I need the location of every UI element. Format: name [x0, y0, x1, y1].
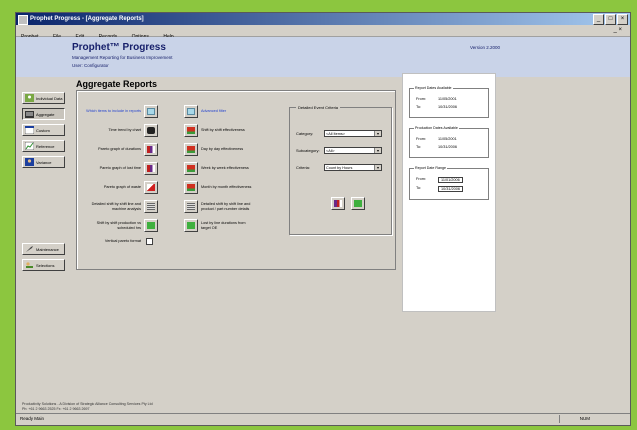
minimize-button[interactable]: _ — [593, 14, 604, 25]
report-production-vs-scheduled: Shift by shift production vs scheduled h… — [83, 219, 158, 232]
chart-icon — [25, 126, 34, 134]
subcategory-row: Subcategory: <All> ▾ — [296, 147, 382, 154]
date-info-panel: Report Dates Available From: 11/05/2001 T… — [402, 73, 496, 312]
line-chart-icon — [25, 142, 34, 150]
list-icon — [187, 108, 195, 115]
app-subtitle: Management Reporting for Business Improv… — [72, 55, 173, 60]
pareto-lost-time-button[interactable] — [144, 162, 158, 175]
criteria-select[interactable]: Count by Hours ▾ — [324, 164, 382, 171]
week-effectiveness-button[interactable] — [184, 162, 198, 175]
production-vs-scheduled-button[interactable] — [144, 219, 158, 232]
chevron-down-icon[interactable]: ▾ — [374, 131, 381, 136]
pareto-waste-button[interactable] — [144, 181, 158, 194]
bar-icon — [147, 146, 155, 153]
nav-selections[interactable]: Selections — [22, 259, 65, 271]
lost-line-durations-button[interactable] — [184, 219, 198, 232]
menu-bar: Prophet File Edit Records Options Help _… — [16, 25, 630, 40]
close-button[interactable]: × — [617, 14, 628, 25]
bar-red-icon — [187, 165, 195, 172]
time-trend-button[interactable] — [144, 124, 158, 137]
include-items-button[interactable] — [144, 105, 158, 118]
report-month-effectiveness: Month by month effectiveness — [184, 181, 253, 194]
event-criteria-group: Detailed Event Criteria Category: <All I… — [289, 105, 392, 235]
bar-red-icon — [187, 184, 195, 191]
status-bar: Ready Main NUM — [16, 413, 630, 425]
category-select[interactable]: <All Items> ▾ — [324, 130, 382, 137]
report-pareto-waste: Pareto graph of waste — [83, 181, 158, 194]
app-icon — [18, 15, 28, 25]
list-icon — [147, 108, 155, 115]
green-chart-icon — [187, 222, 195, 229]
range-to-input[interactable]: 10/31/2006 — [438, 186, 464, 192]
wrench-icon — [25, 245, 34, 253]
report-shift-machine: Detailed shift by shift line and machine… — [83, 200, 158, 213]
person-icon — [25, 94, 34, 102]
report-day-effectiveness: Day by day effectiveness — [184, 143, 253, 156]
group-icon — [25, 158, 34, 166]
chevron-down-icon[interactable]: ▾ — [374, 148, 381, 153]
folder-icon — [25, 111, 34, 118]
version-label: Version 2.2000 — [469, 45, 500, 50]
month-effectiveness-button[interactable] — [184, 181, 198, 194]
report-dates-box: Report Dates Available From: 11/05/2001 T… — [409, 86, 489, 118]
bar-icon — [147, 165, 155, 172]
report-week-effectiveness: Week by week effectiveness — [184, 162, 253, 175]
shift-product-button[interactable] — [184, 200, 198, 213]
app-window: Prophet Progress - [Aggregate Reports] _… — [15, 12, 631, 426]
table-icon — [147, 203, 155, 210]
report-include-items: Which items to include in reports — [83, 105, 158, 118]
green-chart-icon — [147, 222, 155, 229]
subcategory-select[interactable]: <All> ▾ — [324, 147, 382, 154]
range-from-input[interactable]: 11/01/2006 — [438, 177, 463, 183]
footer-company: Productivity Solutions - A Division of S… — [22, 402, 153, 406]
report-lost-line-durations: Lost by line durations from target OE — [184, 219, 253, 232]
maximize-button[interactable]: □ — [605, 14, 616, 25]
event-criteria-legend: Detailed Event Criteria — [296, 105, 341, 110]
table-icon — [187, 203, 195, 210]
report-shift-effectiveness: Shift by shift effectiveness — [184, 124, 253, 137]
category-row: Category: <All Items> ▾ — [296, 130, 382, 137]
page-title: Aggregate Reports — [76, 79, 158, 89]
report-vertical-pareto: Vertical pareto format — [83, 238, 153, 245]
nav-variance[interactable]: Variance — [22, 156, 65, 168]
status-num: NUM — [579, 416, 590, 421]
pareto-durations-button[interactable] — [144, 143, 158, 156]
report-time-trend: Time trend by chart — [83, 124, 158, 137]
nav-maintenance[interactable]: Maintenance — [22, 243, 65, 255]
criteria-pareto-button[interactable] — [331, 197, 345, 210]
chevron-down-icon[interactable]: ▾ — [374, 165, 381, 170]
green-chart-icon — [354, 200, 362, 207]
shift-effectiveness-button[interactable] — [184, 124, 198, 137]
report-advanced-filter: Advanced filter — [184, 105, 253, 118]
person-list-icon — [25, 261, 34, 269]
report-shift-product: Detailed shift by shift line and product… — [184, 200, 253, 213]
report-date-range-box: Report Date Range From: 11/01/2006 To: 10/… — [409, 166, 489, 200]
shift-machine-button[interactable] — [144, 200, 158, 213]
current-user: User: Configurator — [72, 63, 109, 68]
day-effectiveness-button[interactable] — [184, 143, 198, 156]
criteria-row: Criteria: Count by Hours ▾ — [296, 164, 382, 171]
bar-red-icon — [187, 146, 195, 153]
advanced-filter-button[interactable] — [184, 105, 198, 118]
report-pareto-durations: Pareto graph of durations — [83, 143, 158, 156]
nav-aggregate[interactable]: Aggregate — [22, 108, 65, 120]
status-text: Ready Main — [20, 416, 45, 421]
vertical-pareto-checkbox[interactable] — [146, 238, 153, 245]
report-pareto-lost-time: Pareto graph of lost time — [83, 162, 158, 175]
app-header: Prophet™ Progress Management Reporting f… — [16, 37, 630, 77]
nav-reference[interactable]: Reference — [22, 140, 65, 152]
app-logo: Prophet™ Progress — [72, 42, 166, 53]
nav-individual-data[interactable]: Individual Data — [22, 92, 65, 104]
criteria-trend-button[interactable] — [351, 197, 365, 210]
mdi-controls[interactable]: _ × — [608, 25, 627, 36]
title-bar: Prophet Progress - [Aggregate Reports] _… — [16, 13, 630, 25]
window-title: Prophet Progress - [Aggregate Reports] — [30, 16, 144, 22]
bar-red-icon — [187, 127, 195, 134]
production-dates-box: Production Dates Available From: 11/05/20… — [409, 126, 489, 158]
camera-icon — [147, 127, 155, 134]
bar-icon — [334, 200, 342, 207]
footer-contact: Ph: +61 2 9663 2525 Fx: +61 2 9663 2697 — [22, 407, 90, 411]
area-icon — [147, 184, 155, 191]
nav-custom[interactable]: Custom — [22, 124, 65, 136]
